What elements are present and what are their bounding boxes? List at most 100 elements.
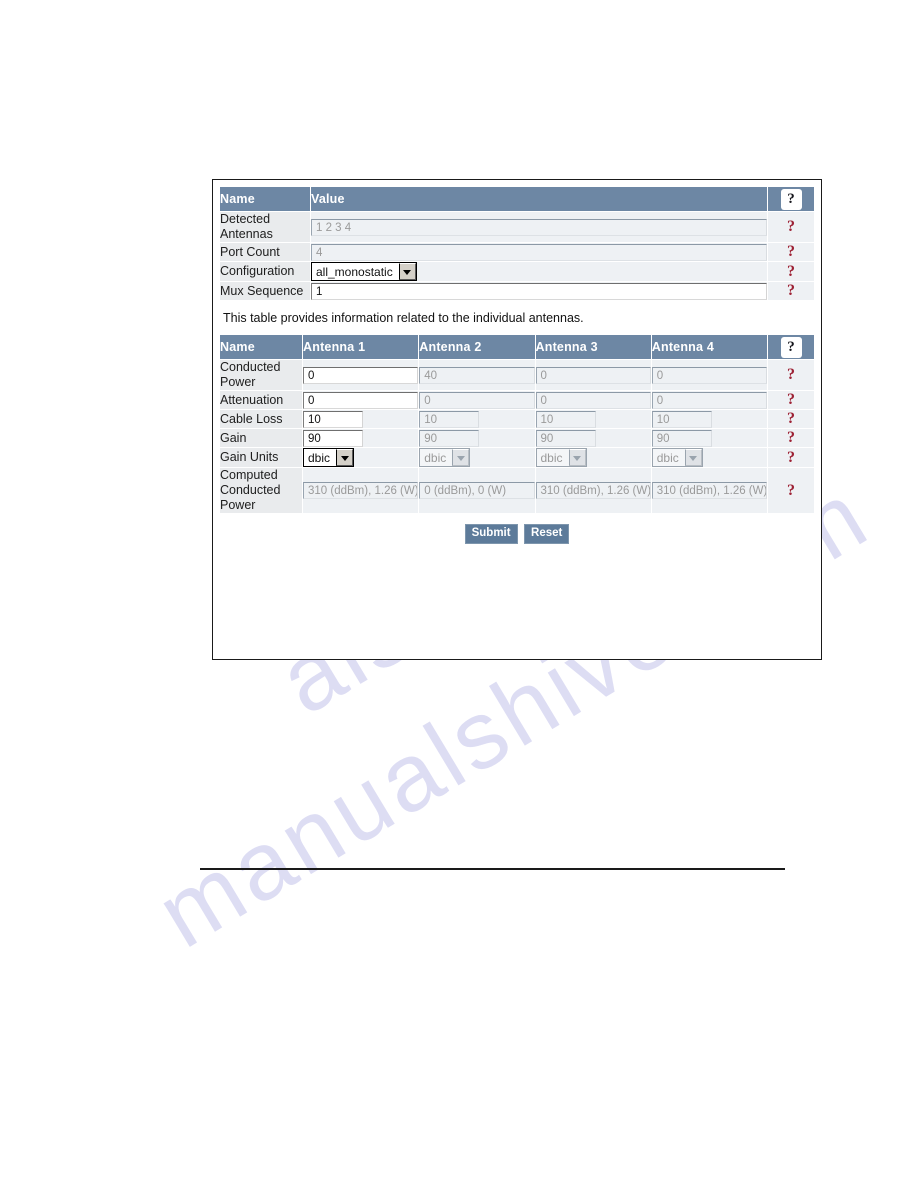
attenuation-input-4[interactable]: 0 — [651, 391, 767, 409]
port-count-input[interactable]: 4 — [311, 243, 767, 261]
column-header-antenna-2: Antenna 2 — [419, 335, 535, 359]
chevron-down-icon[interactable] — [336, 449, 354, 466]
computed-power-input-1: 310 (ddBm), 1.26 (W) — [303, 482, 419, 499]
configuration-select[interactable]: all_monostatic — [311, 262, 417, 281]
row-label-gain: Gain — [220, 429, 302, 447]
cell-computed-power-antenna-1: 310 (ddBm), 1.26 (W) — [303, 468, 419, 513]
help-question-icon[interactable]: ? — [787, 449, 795, 466]
row-help-detected-antennas: ? — [768, 212, 814, 242]
gain-units-select-value-1: dbic — [308, 451, 331, 465]
column-header-antenna-1: Antenna 1 — [303, 335, 419, 359]
reset-button[interactable]: Reset — [524, 524, 570, 544]
column-header-help: ? — [768, 335, 814, 359]
submit-button[interactable]: Submit — [464, 524, 518, 544]
help-question-icon[interactable]: ? — [787, 367, 795, 383]
row-help-gain-units: ? — [768, 448, 814, 467]
conducted-power-input-3[interactable]: 0 — [535, 366, 651, 384]
cell-attenuation-antenna-1: 0 — [303, 391, 419, 409]
cell-gain-antenna-2: 90 — [419, 429, 535, 447]
help-question-icon[interactable]: ? — [787, 430, 795, 446]
cell-conducted-power-antenna-3: 0 — [535, 360, 651, 390]
table-row: Gain 90 90 90 90 ? — [220, 429, 814, 447]
gain-units-select-2[interactable]: dbic — [419, 448, 471, 467]
table-row: Configuration all_monostatic ? — [220, 262, 814, 281]
settings-panel: Name Value ? Detected Antennas 1 2 3 4 ?… — [212, 179, 822, 660]
gain-units-select-value-4: dbic — [656, 451, 679, 465]
row-value-mux-sequence: 1 — [311, 282, 767, 300]
help-question-icon[interactable]: ? — [787, 263, 795, 280]
cell-computed-power-antenna-4: 310 (ddBm), 1.26 (W) — [651, 468, 767, 513]
help-question-icon[interactable]: ? — [787, 482, 795, 499]
chevron-down-icon[interactable] — [452, 449, 470, 466]
chevron-down-icon[interactable] — [398, 263, 416, 280]
cell-gain-antenna-1: 90 — [303, 429, 419, 447]
conducted-power-input-4[interactable]: 0 — [651, 366, 767, 384]
conducted-power-input-1[interactable]: 0 — [303, 366, 419, 384]
help-question-icon[interactable]: ? — [787, 392, 795, 408]
cell-attenuation-antenna-3: 0 — [535, 391, 651, 409]
row-label-computed-conducted-power: Computed Conducted Power — [220, 468, 302, 513]
row-help-gain: ? — [768, 429, 814, 447]
help-question-icon[interactable]: ? — [787, 411, 795, 427]
row-label-mux-sequence-text: Mux Sequence — [220, 283, 304, 298]
help-icon[interactable]: ? — [780, 336, 802, 358]
table-header-row: Name Value ? — [220, 187, 814, 211]
row-label-gain-units: Gain Units — [220, 448, 302, 467]
attenuation-input-2[interactable]: 0 — [419, 391, 535, 409]
cable-loss-input-4[interactable]: 10 — [651, 410, 712, 428]
gain-units-select-4[interactable]: dbic — [651, 448, 703, 467]
gain-units-select-1[interactable]: dbic — [303, 448, 355, 467]
column-header-antenna-3: Antenna 3 — [535, 335, 651, 359]
table-row: Detected Antennas 1 2 3 4 ? — [220, 212, 814, 242]
antenna-summary-table: Name Value ? Detected Antennas 1 2 3 4 ?… — [219, 186, 815, 301]
gain-units-select-value-2: dbic — [424, 451, 447, 465]
detected-antennas-input[interactable]: 1 2 3 4 — [311, 218, 767, 236]
gain-units-select-3[interactable]: dbic — [535, 448, 587, 467]
antenna-detail-table: Name Antenna 1 Antenna 2 Antenna 3 Anten… — [219, 334, 815, 514]
table-row: Port Count 4 ? — [220, 243, 814, 261]
row-label-attenuation: Attenuation — [220, 391, 302, 409]
attenuation-input-3[interactable]: 0 — [535, 391, 651, 409]
row-label-conducted-power: Conducted Power — [220, 360, 302, 390]
cable-loss-input-3[interactable]: 10 — [535, 410, 596, 428]
gain-input-2[interactable]: 90 — [419, 429, 480, 447]
row-label-configuration: Configuration — [220, 262, 310, 281]
help-question-icon[interactable]: ? — [787, 219, 795, 235]
conducted-power-input-2[interactable]: 40 — [419, 366, 535, 384]
cell-gain-units-antenna-1: dbic — [303, 448, 419, 467]
cell-gain-antenna-3: 90 — [535, 429, 651, 447]
chevron-down-icon[interactable] — [568, 449, 586, 466]
table-row: Conducted Power 0 40 0 0 ? — [220, 360, 814, 390]
cell-cable-loss-antenna-2: 10 — [419, 410, 535, 428]
cell-attenuation-antenna-2: 0 — [419, 391, 535, 409]
cable-loss-input-2[interactable]: 10 — [419, 410, 480, 428]
gain-input-1[interactable]: 90 — [303, 429, 363, 447]
row-help-configuration: ? — [768, 262, 814, 281]
cell-computed-power-antenna-2: 0 (ddBm), 0 (W) — [419, 468, 535, 513]
cell-conducted-power-antenna-4: 0 — [651, 360, 767, 390]
chevron-down-icon[interactable] — [684, 449, 702, 466]
row-label-cable-loss: Cable Loss — [220, 410, 302, 428]
cell-conducted-power-antenna-2: 40 — [419, 360, 535, 390]
help-question-icon[interactable]: ? — [787, 244, 795, 260]
cable-loss-input-1[interactable]: 10 — [303, 410, 363, 428]
antenna-table-description: This table provides information related … — [219, 301, 815, 334]
column-header-name: Name — [220, 187, 310, 211]
table-header-row: Name Antenna 1 Antenna 2 Antenna 3 Anten… — [220, 335, 814, 359]
computed-power-input-4: 310 (ddBm), 1.26 (W) — [651, 482, 767, 499]
computed-power-input-2: 0 (ddBm), 0 (W) — [419, 482, 535, 499]
gain-input-3[interactable]: 90 — [535, 429, 596, 447]
attenuation-input-1[interactable]: 0 — [303, 391, 419, 409]
configuration-select-value: all_monostatic — [316, 265, 393, 279]
help-question-icon[interactable]: ? — [787, 283, 795, 299]
cell-conducted-power-antenna-1: 0 — [303, 360, 419, 390]
gain-units-select-value-3: dbic — [540, 451, 563, 465]
gain-input-4[interactable]: 90 — [651, 429, 712, 447]
row-help-port-count: ? — [768, 243, 814, 261]
column-header-antenna-4: Antenna 4 — [651, 335, 767, 359]
mux-sequence-input[interactable]: 1 — [311, 282, 767, 300]
cell-gain-units-antenna-4: dbic — [651, 448, 767, 467]
help-icon[interactable]: ? — [780, 188, 802, 210]
column-header-name: Name — [220, 335, 302, 359]
row-label-mux-sequence: Mux Sequence — [220, 282, 310, 300]
